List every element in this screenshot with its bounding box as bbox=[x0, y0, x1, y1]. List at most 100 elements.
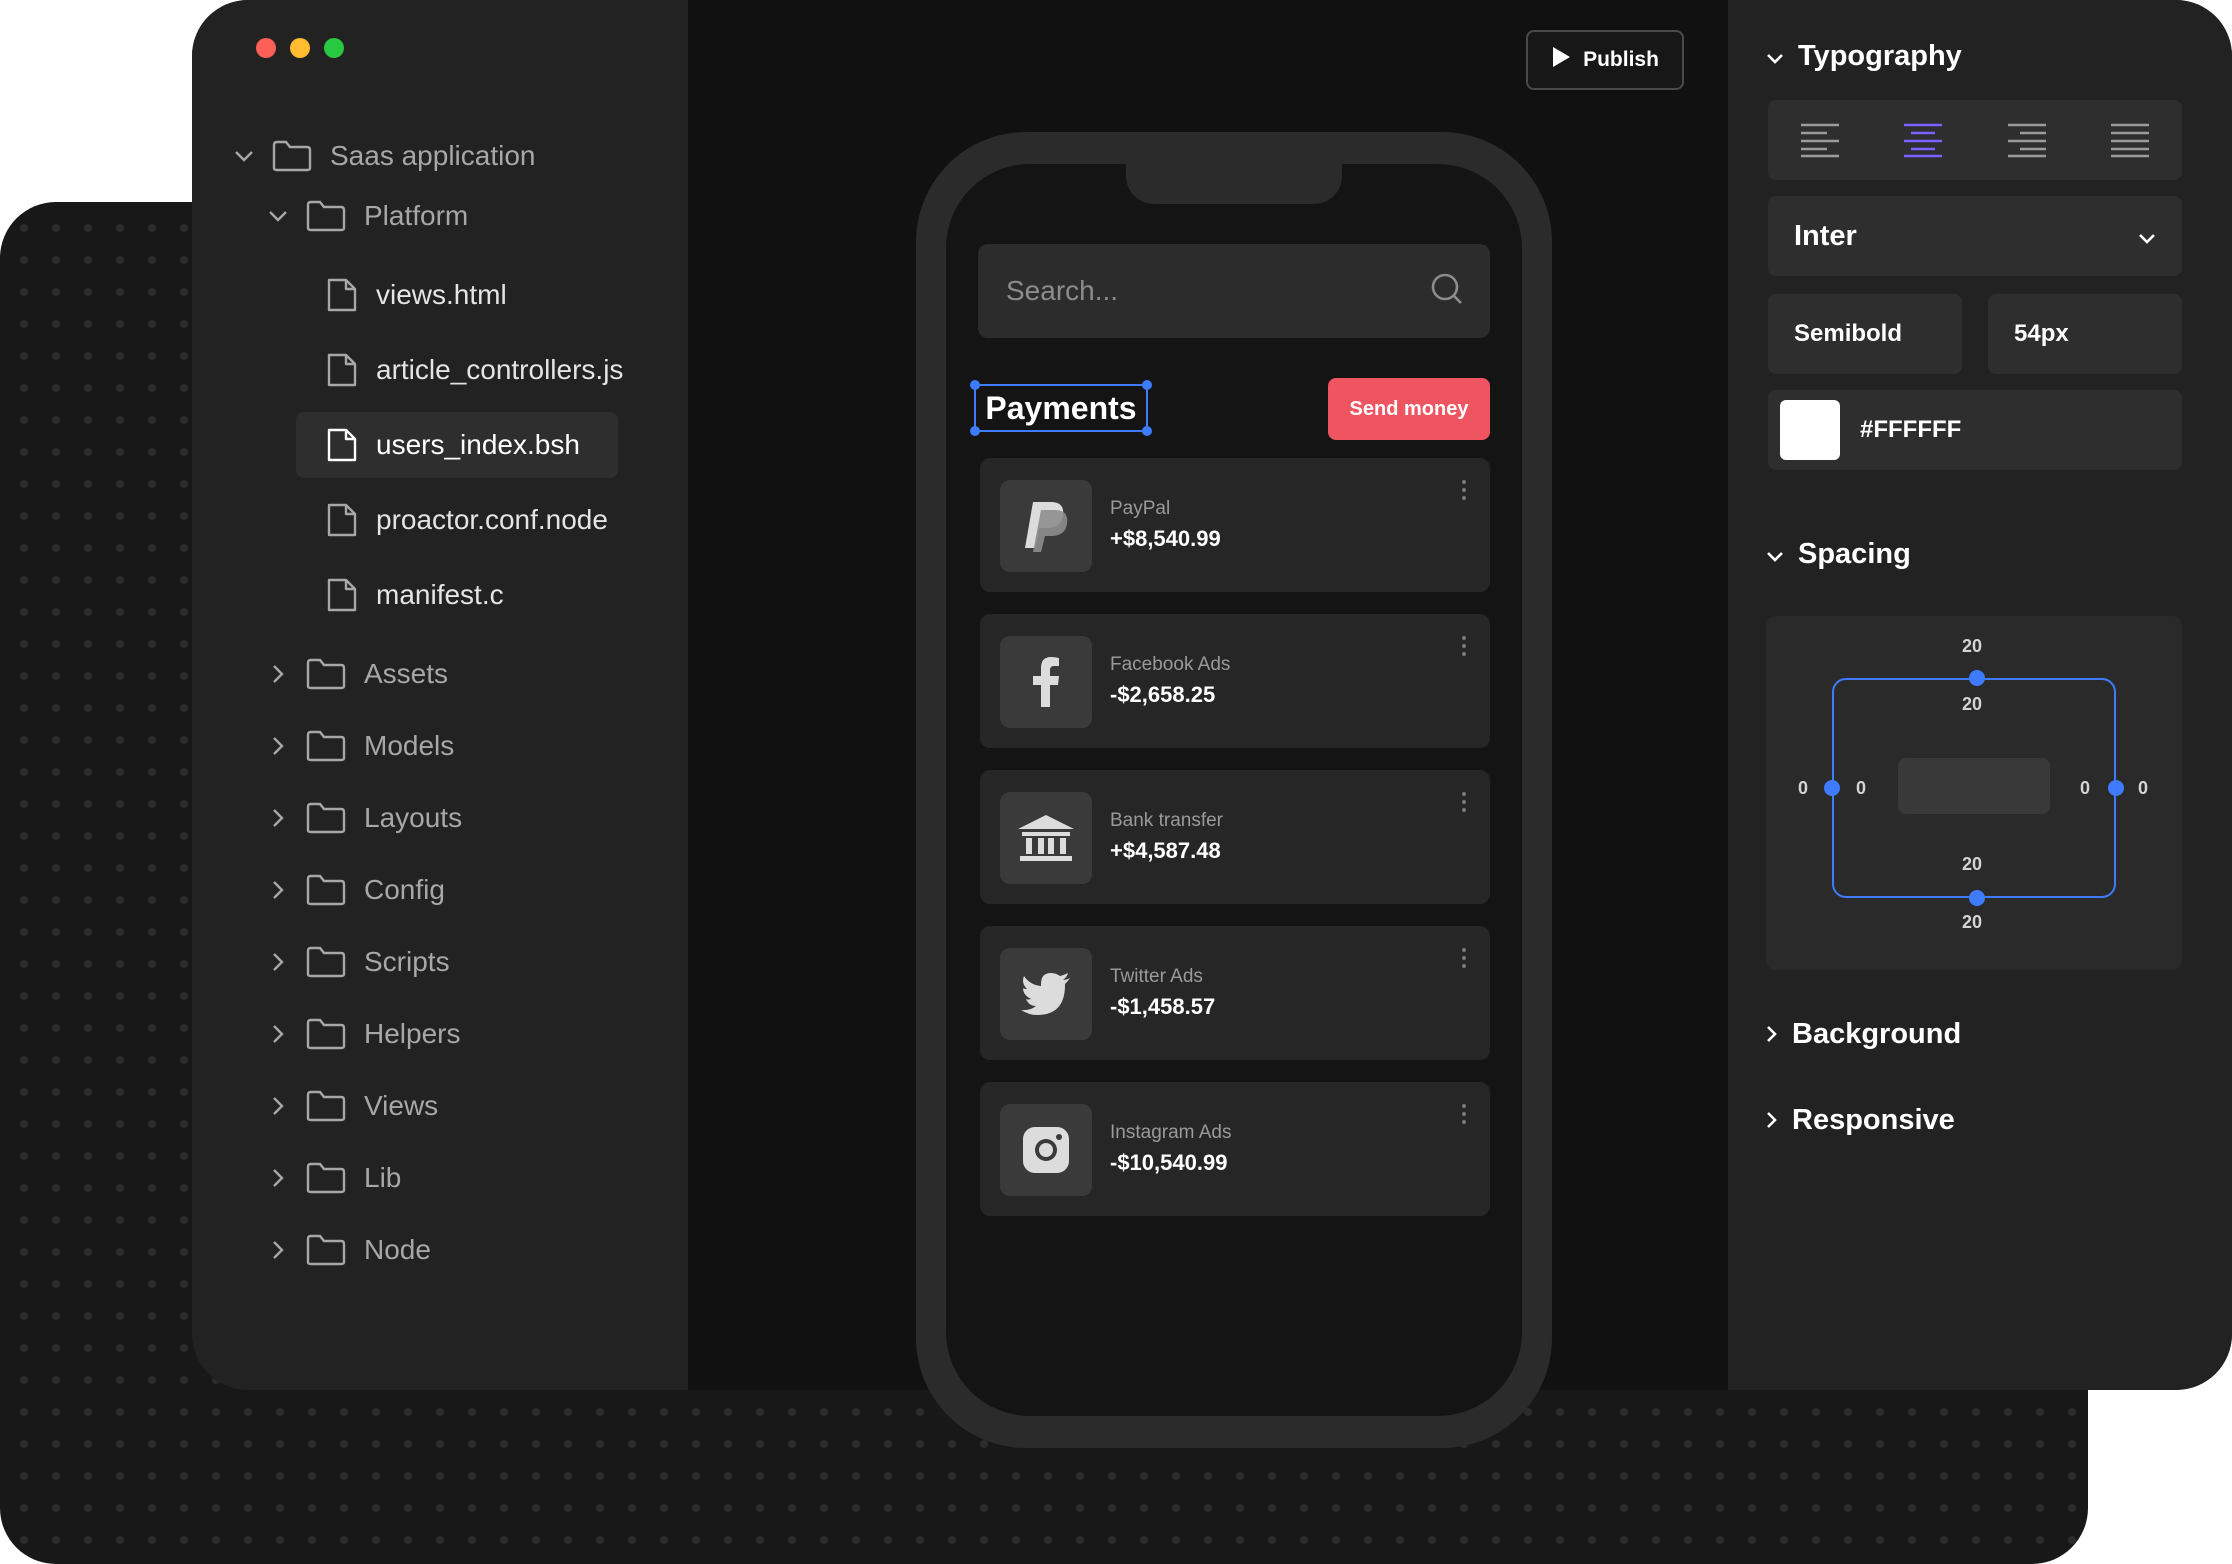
align-center-icon bbox=[1904, 123, 1943, 158]
margin-right-value[interactable]: 0 bbox=[2138, 778, 2148, 799]
chevron-right-icon[interactable] bbox=[262, 1018, 294, 1050]
align-left-icon bbox=[1800, 123, 1839, 158]
padding-left-value[interactable]: 0 bbox=[1856, 778, 1866, 799]
resize-handle-bottom-right[interactable] bbox=[1142, 426, 1152, 436]
padding-top-value[interactable]: 20 bbox=[1962, 694, 1982, 715]
phone-notch bbox=[1126, 164, 1342, 204]
margin-right-handle[interactable] bbox=[2108, 780, 2124, 796]
tree-item-saas-application[interactable]: Saas application bbox=[228, 136, 535, 176]
selected-text-element[interactable]: Payments bbox=[970, 380, 1152, 436]
margin-top-value[interactable]: 20 bbox=[1962, 636, 1982, 657]
close-window-button[interactable] bbox=[256, 38, 276, 58]
chevron-down-icon[interactable] bbox=[262, 200, 294, 232]
search-bar[interactable] bbox=[978, 244, 1490, 338]
chevron-right-icon[interactable] bbox=[262, 802, 294, 834]
folder-icon bbox=[306, 1018, 346, 1050]
align-justify-icon bbox=[2111, 123, 2150, 158]
payment-card[interactable]: Instagram Ads -$10,540.99 bbox=[980, 1082, 1490, 1216]
margin-left-value[interactable]: 0 bbox=[1798, 778, 1808, 799]
tree-item-views[interactable]: Views bbox=[262, 1086, 438, 1126]
margin-top-handle[interactable] bbox=[1969, 670, 1985, 686]
align-right-icon bbox=[2007, 123, 2046, 158]
search-input[interactable] bbox=[1004, 274, 1388, 308]
phone-mockup: Payments Send money PayPal +$8,540.99 Fa… bbox=[916, 132, 1552, 1448]
text-color-field[interactable]: #FFFFFF bbox=[1768, 390, 2182, 470]
responsive-section-header[interactable]: Responsive bbox=[1766, 1104, 1955, 1137]
tree-file-proactor-conf-node[interactable]: proactor.conf.node bbox=[326, 499, 608, 541]
tree-item-config[interactable]: Config bbox=[262, 870, 445, 910]
folder-icon bbox=[306, 1090, 346, 1122]
minimize-window-button[interactable] bbox=[290, 38, 310, 58]
folder-icon bbox=[306, 200, 346, 232]
payment-amount: -$1,458.57 bbox=[1110, 994, 1216, 1019]
tree-item-assets[interactable]: Assets bbox=[262, 654, 448, 694]
instagram-icon bbox=[1000, 1104, 1092, 1196]
payment-amount: -$2,658.25 bbox=[1110, 682, 1216, 707]
payment-card[interactable]: Bank transfer +$4,587.48 bbox=[980, 770, 1490, 904]
send-money-label: Send money bbox=[1349, 397, 1469, 420]
margin-bottom-value[interactable]: 20 bbox=[1962, 912, 1982, 933]
margin-left-handle[interactable] bbox=[1824, 780, 1840, 796]
chevron-right-icon[interactable] bbox=[262, 1090, 294, 1122]
chevron-right-icon[interactable] bbox=[262, 946, 294, 978]
resize-handle-top-right[interactable] bbox=[1142, 380, 1152, 390]
tree-item-scripts[interactable]: Scripts bbox=[262, 942, 450, 982]
tree-file-views-html[interactable]: views.html bbox=[326, 274, 507, 316]
chevron-right-icon[interactable] bbox=[262, 730, 294, 762]
align-left-button[interactable] bbox=[1790, 110, 1850, 170]
align-right-button[interactable] bbox=[1997, 110, 2057, 170]
folder-icon bbox=[306, 658, 346, 690]
more-options-icon[interactable] bbox=[1462, 948, 1466, 968]
payment-card[interactable]: Facebook Ads -$2,658.25 bbox=[980, 614, 1490, 748]
spacing-section-header[interactable]: Spacing bbox=[1766, 538, 1911, 571]
tree-item-platform[interactable]: Platform bbox=[262, 196, 468, 236]
bank-icon bbox=[1000, 792, 1092, 884]
tree-item-lib[interactable]: Lib bbox=[262, 1158, 401, 1198]
tree-item-node[interactable]: Node bbox=[262, 1230, 431, 1270]
tree-item-label: Lib bbox=[364, 1162, 402, 1193]
background-section-header[interactable]: Background bbox=[1766, 1018, 1961, 1051]
chevron-down-icon[interactable] bbox=[228, 140, 260, 172]
resize-handle-top-left[interactable] bbox=[970, 380, 980, 390]
twitter-icon bbox=[1000, 948, 1092, 1040]
payment-card[interactable]: PayPal +$8,540.99 bbox=[980, 458, 1490, 592]
tree-item-models[interactable]: Models bbox=[262, 726, 454, 766]
font-family-select[interactable]: Inter bbox=[1768, 196, 2182, 276]
padding-right-value[interactable]: 0 bbox=[2080, 778, 2090, 799]
chevron-right-icon[interactable] bbox=[262, 1162, 294, 1194]
align-center-button[interactable] bbox=[1893, 110, 1953, 170]
chevron-right-icon[interactable] bbox=[262, 1234, 294, 1266]
tree-item-helpers[interactable]: Helpers bbox=[262, 1014, 460, 1054]
payment-name: PayPal bbox=[1110, 498, 1171, 519]
more-options-icon[interactable] bbox=[1462, 792, 1466, 812]
margin-bottom-handle[interactable] bbox=[1969, 890, 1985, 906]
chevron-down-icon bbox=[1766, 538, 1784, 571]
chevron-down-icon bbox=[2138, 220, 2156, 253]
tree-item-layouts[interactable]: Layouts bbox=[262, 798, 462, 838]
publish-button[interactable]: Publish bbox=[1526, 30, 1684, 90]
tree-item-label: Saas application bbox=[330, 140, 536, 171]
more-options-icon[interactable] bbox=[1462, 1104, 1466, 1124]
align-justify-button[interactable] bbox=[2100, 110, 2160, 170]
tree-file-article-controllers-js[interactable]: article_controllers.js bbox=[326, 349, 623, 391]
content-placeholder bbox=[1898, 758, 2050, 814]
search-icon[interactable] bbox=[1430, 272, 1464, 311]
more-options-icon[interactable] bbox=[1462, 636, 1466, 656]
more-options-icon[interactable] bbox=[1462, 480, 1466, 500]
chevron-right-icon[interactable] bbox=[262, 874, 294, 906]
padding-bottom-value[interactable]: 20 bbox=[1962, 854, 1982, 875]
tree-file-label: users_index.bsh bbox=[376, 429, 580, 460]
font-size-field[interactable]: 54px bbox=[1988, 294, 2182, 374]
send-money-button[interactable]: Send money bbox=[1328, 378, 1490, 440]
tree-file-manifest-c[interactable]: manifest.c bbox=[326, 574, 504, 616]
folder-icon bbox=[306, 1162, 346, 1194]
font-weight-field[interactable]: Semibold bbox=[1768, 294, 1962, 374]
color-swatch[interactable] bbox=[1780, 400, 1840, 460]
typography-section-header[interactable]: Typography bbox=[1766, 40, 1962, 73]
tree-file-users-index-bsh[interactable]: users_index.bsh bbox=[326, 424, 580, 466]
maximize-window-button[interactable] bbox=[324, 38, 344, 58]
payment-card[interactable]: Twitter Ads -$1,458.57 bbox=[980, 926, 1490, 1060]
chevron-right-icon[interactable] bbox=[262, 658, 294, 690]
folder-icon bbox=[306, 1234, 346, 1266]
resize-handle-bottom-left[interactable] bbox=[970, 426, 980, 436]
